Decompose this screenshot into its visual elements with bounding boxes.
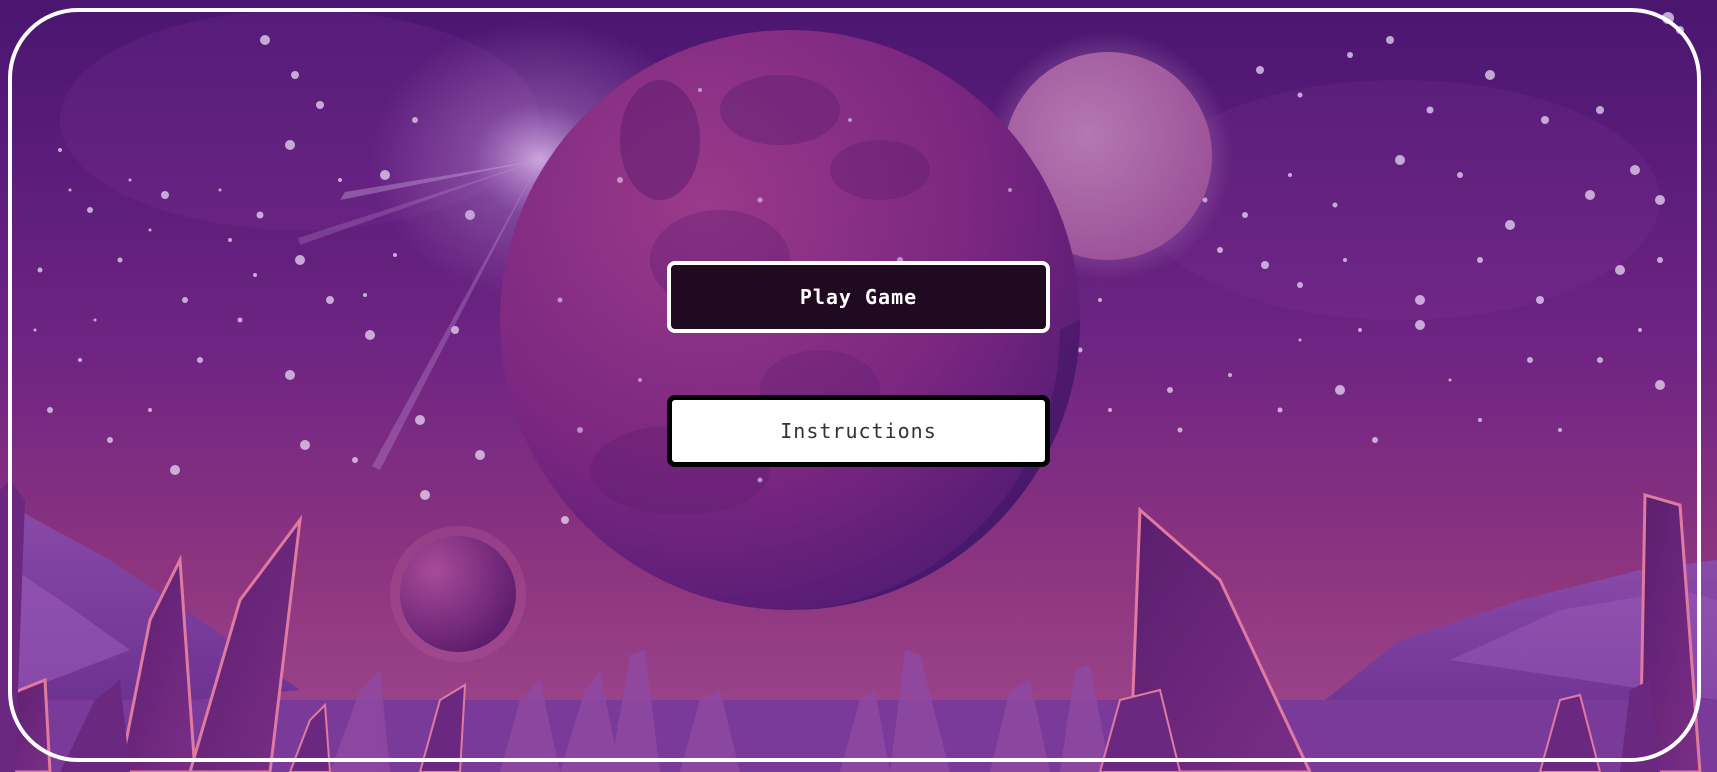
space-background [0, 0, 1717, 772]
play-game-button[interactable]: Play Game [667, 261, 1050, 333]
instructions-button[interactable]: Instructions [667, 395, 1050, 467]
small-planet [390, 526, 526, 662]
